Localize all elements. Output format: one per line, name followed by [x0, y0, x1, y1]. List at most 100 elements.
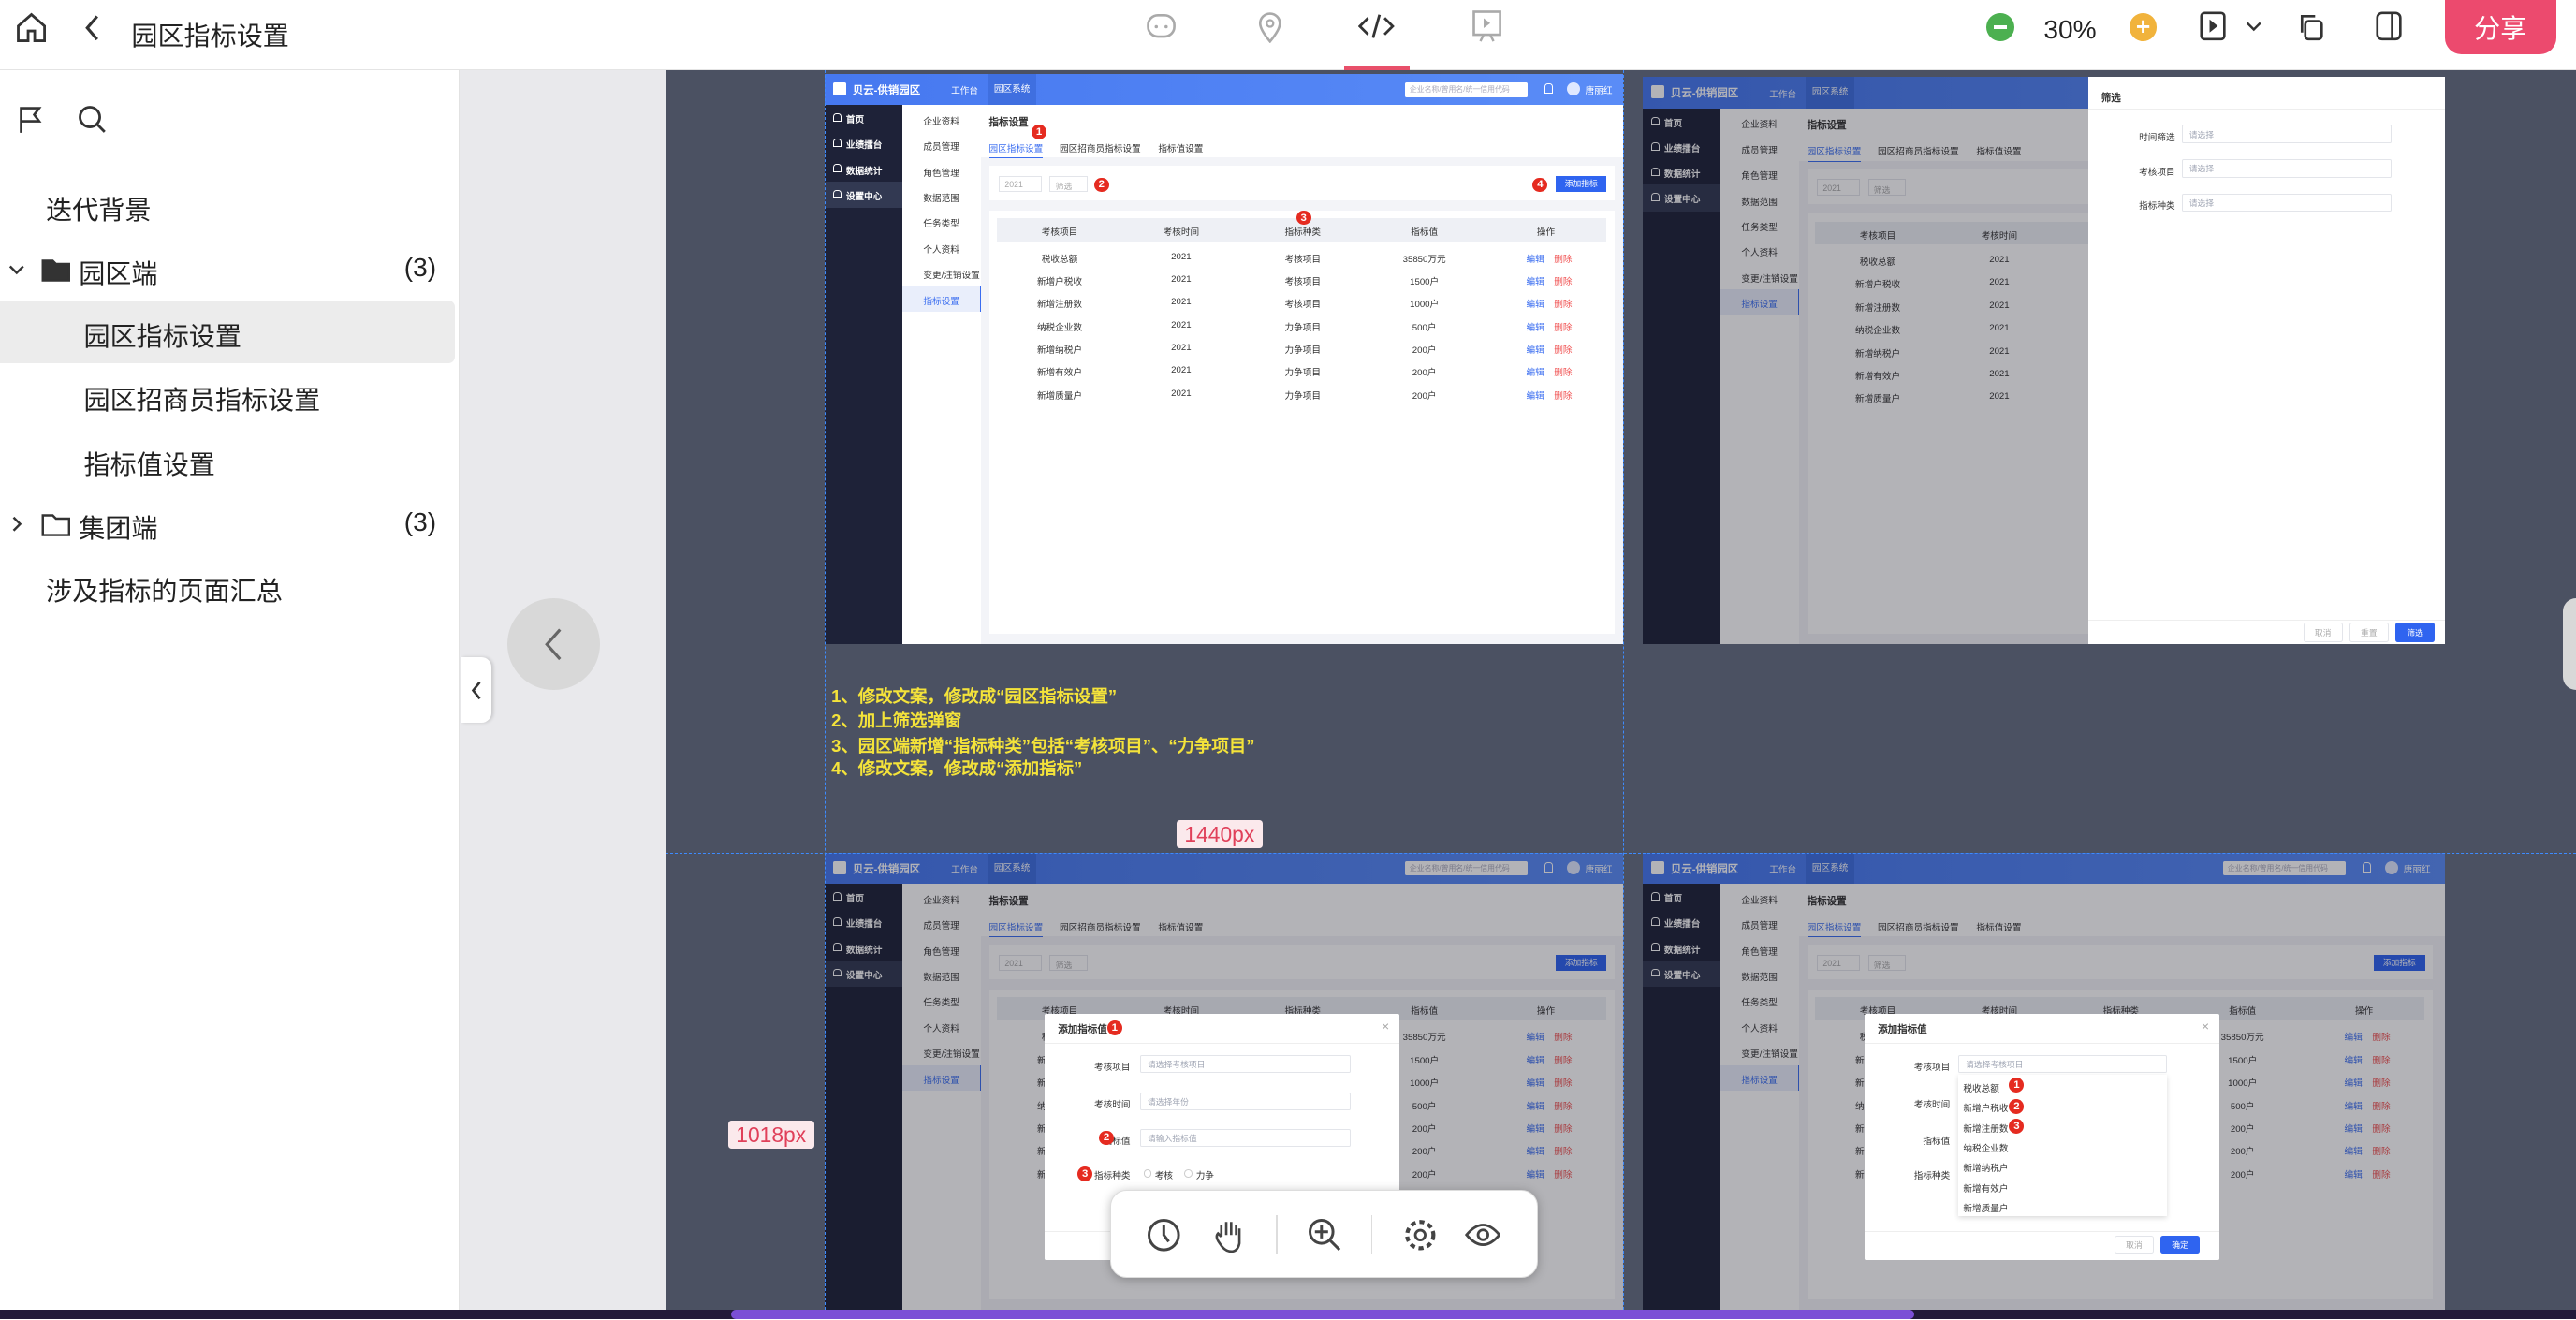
- dropdown-option[interactable]: 新增注册数: [1963, 1122, 2008, 1135]
- confirm-filter-button[interactable]: 筛选: [2394, 623, 2436, 643]
- tree-item[interactable]: 指标值设置: [0, 429, 455, 491]
- preview-icon[interactable]: [1463, 1215, 1502, 1254]
- table-cell: 500户: [1412, 322, 1437, 333]
- sub-nav-item[interactable]: 数据范围: [902, 183, 981, 209]
- play-icon[interactable]: [2198, 10, 2228, 43]
- sub-nav-item[interactable]: 任务类型: [902, 210, 981, 235]
- tab-2[interactable]: 指标值设置: [1158, 141, 1203, 154]
- panel-icon[interactable]: [2374, 10, 2404, 43]
- edit-link[interactable]: 编辑: [1526, 274, 1544, 287]
- presentation-icon[interactable]: [1469, 7, 1505, 46]
- chevron-right-icon[interactable]: [7, 514, 26, 534]
- zoom-icon[interactable]: [1306, 1215, 1345, 1254]
- form-input-1[interactable]: 请选择年份: [1140, 1093, 1351, 1111]
- delete-link[interactable]: 删除: [1554, 365, 1572, 378]
- prev-page-button[interactable]: [507, 597, 600, 691]
- top-tab-workbench[interactable]: 工作台: [951, 83, 978, 96]
- nav-item[interactable]: 首页: [825, 105, 901, 131]
- sub-nav-item[interactable]: 指标设置: [901, 286, 981, 312]
- tree-item[interactable]: 涉及指标的页面汇总: [0, 555, 455, 618]
- tree-item[interactable]: 园区指标设置: [0, 301, 456, 363]
- code-icon[interactable]: [1357, 8, 1397, 45]
- cancel-button[interactable]: 取消: [2303, 623, 2343, 643]
- close-icon[interactable]: ×: [1382, 1019, 1389, 1034]
- tree-item[interactable]: 集团端 (3): [0, 493, 455, 556]
- dropdown-option[interactable]: 税收总额: [1963, 1081, 1999, 1094]
- edit-link[interactable]: 编辑: [1526, 297, 1544, 310]
- sub-nav-item[interactable]: 成员管理: [902, 132, 981, 157]
- add-indicator-button[interactable]: 添加指标: [1556, 175, 1607, 193]
- radio-lizheng[interactable]: [1184, 1168, 1193, 1178]
- edit-link[interactable]: 编辑: [1526, 320, 1544, 333]
- share-button[interactable]: 分享: [2444, 0, 2556, 54]
- chevron-down-icon[interactable]: [7, 259, 26, 279]
- edit-link[interactable]: 编辑: [1526, 365, 1544, 378]
- dropdown-option[interactable]: 新增户税收: [1963, 1101, 2008, 1114]
- sub-nav-item[interactable]: 企业资料: [902, 107, 981, 132]
- tree-item[interactable]: 迭代背景: [0, 174, 455, 237]
- nav-item[interactable]: 数据统计: [825, 156, 901, 183]
- avatar[interactable]: [1567, 81, 1581, 95]
- copy-icon[interactable]: [2295, 10, 2325, 43]
- cancel-button[interactable]: 取消: [2114, 1235, 2154, 1254]
- collapse-panel-button[interactable]: [461, 657, 491, 724]
- radio-label: 考核: [1154, 1170, 1174, 1181]
- dropdown-option[interactable]: 新增纳税户: [1963, 1161, 2008, 1174]
- nav-item-label: 数据统计: [845, 166, 883, 177]
- search-icon[interactable]: [76, 102, 109, 135]
- sub-nav-item[interactable]: 角色管理: [902, 158, 981, 183]
- history-icon[interactable]: [1145, 1215, 1184, 1254]
- tab-0[interactable]: 园区指标设置: [988, 141, 1044, 159]
- dropdown-option[interactable]: 新增质量户: [1963, 1201, 2008, 1214]
- back-icon[interactable]: [79, 10, 105, 47]
- edit-link[interactable]: 编辑: [1526, 252, 1544, 265]
- form-label: 考核时间: [1913, 1100, 1951, 1111]
- zoom-out-icon[interactable]: [1985, 13, 2014, 41]
- close-icon[interactable]: ×: [2202, 1019, 2209, 1034]
- dropdown-option[interactable]: 新增有效户: [1963, 1181, 2008, 1195]
- chevron-down-icon[interactable]: [2244, 17, 2263, 37]
- filter-select-2[interactable]: 请选择: [2181, 194, 2393, 213]
- delete-link[interactable]: 删除: [1554, 297, 1572, 310]
- delete-link[interactable]: 删除: [1554, 252, 1572, 265]
- sub-nav-item[interactable]: 个人资料: [902, 235, 981, 260]
- location-icon[interactable]: [1251, 8, 1288, 45]
- tree-item[interactable]: 园区端 (3): [0, 238, 455, 301]
- flag-icon[interactable]: [15, 104, 48, 137]
- confirm-button[interactable]: 确定: [2159, 1235, 2201, 1254]
- tab-1[interactable]: 园区招商员指标设置: [1060, 141, 1141, 154]
- filter-select-1[interactable]: 请选择: [2181, 159, 2393, 178]
- zoom-in-icon[interactable]: +: [2129, 12, 2158, 41]
- delete-link[interactable]: 删除: [1554, 343, 1572, 356]
- comment-icon[interactable]: [1144, 8, 1180, 45]
- search-input[interactable]: 企业名称/曾用名/统一信用代码: [1404, 81, 1529, 97]
- top-tab-park-system[interactable]: 园区系统: [987, 73, 1037, 106]
- assessment-item-select[interactable]: 请选择考核项目: [1958, 1054, 2167, 1074]
- divider: [1865, 1230, 2220, 1232]
- bell-icon[interactable]: [1544, 83, 1553, 94]
- delete-link[interactable]: 删除: [1554, 274, 1572, 287]
- year-picker[interactable]: 2021: [999, 175, 1042, 193]
- sub-nav-item[interactable]: 变更/注销设置: [902, 260, 981, 286]
- settings-icon[interactable]: [1400, 1215, 1440, 1254]
- next-page-button[interactable]: [2562, 597, 2576, 691]
- edit-link[interactable]: 编辑: [1526, 343, 1544, 356]
- nav-item[interactable]: 业绩擂台: [825, 131, 901, 157]
- home-icon[interactable]: [13, 10, 50, 47]
- nav-item[interactable]: 设置中心: [825, 181, 902, 208]
- form-input-0[interactable]: 请选择考核项目: [1140, 1054, 1351, 1074]
- hand-icon[interactable]: [1210, 1215, 1250, 1254]
- filter-select[interactable]: 筛选: [1049, 175, 1088, 193]
- delete-link[interactable]: 删除: [1554, 389, 1572, 402]
- reset-button[interactable]: 重置: [2349, 623, 2389, 643]
- filter-select-0[interactable]: 请选择: [2181, 125, 2393, 143]
- dropdown-option[interactable]: 纳税企业数: [1963, 1141, 2008, 1154]
- tree-item[interactable]: 园区招商员指标设置: [0, 365, 455, 428]
- radio-kaohe[interactable]: [1143, 1168, 1152, 1178]
- form-input-2[interactable]: 请输入指标值: [1140, 1128, 1351, 1148]
- mockup-filter-drawer: 贝云-供销园区 工作台 园区系统 首页 业绩擂台 数据统计 设置中心 企业资料 成员管理 角色管理…: [1643, 77, 2445, 644]
- overlay[interactable]: [1643, 77, 2088, 644]
- edit-link[interactable]: 编辑: [1526, 389, 1544, 402]
- delete-link[interactable]: 删除: [1554, 320, 1572, 333]
- filter-bar: 2021 筛选 添加指标: [988, 166, 1616, 201]
